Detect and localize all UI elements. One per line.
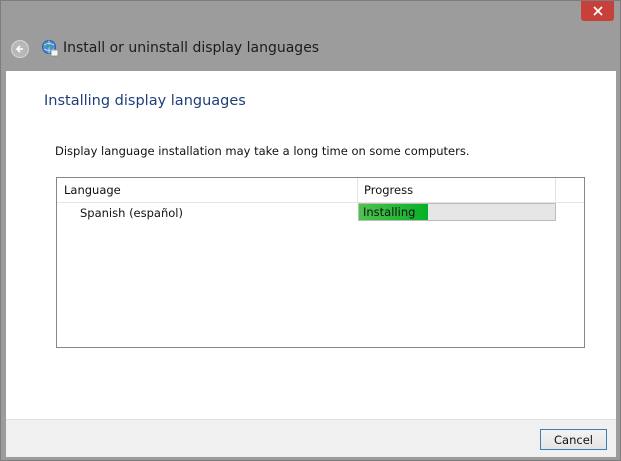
page-title: Installing display languages [44,93,246,109]
cancel-button[interactable]: Cancel [540,429,607,450]
progress-status: Installing [363,205,416,219]
language-list[interactable]: Language Progress Spanish (español) Inst… [56,177,585,348]
column-header-language[interactable]: Language [57,178,358,202]
close-button[interactable] [581,1,614,21]
window-title: Install or uninstall display languages [63,40,320,56]
list-item[interactable]: Spanish (español) Installing [57,203,584,223]
footer-bar: Cancel [6,419,616,457]
dialog-window: Install or uninstall display languages I… [0,0,621,461]
globe-language-icon [42,40,59,57]
back-button[interactable] [11,40,29,58]
description-text: Display language installation may take a… [55,144,470,158]
back-arrow-icon [15,45,23,53]
language-name: Spanish (español) [80,206,183,220]
column-header-progress[interactable]: Progress [358,178,556,202]
content-area: Installing display languages Display lan… [6,71,616,419]
install-progress-bar: Installing [358,203,556,221]
close-icon [592,6,603,16]
title-bar: Install or uninstall display languages [1,29,620,71]
